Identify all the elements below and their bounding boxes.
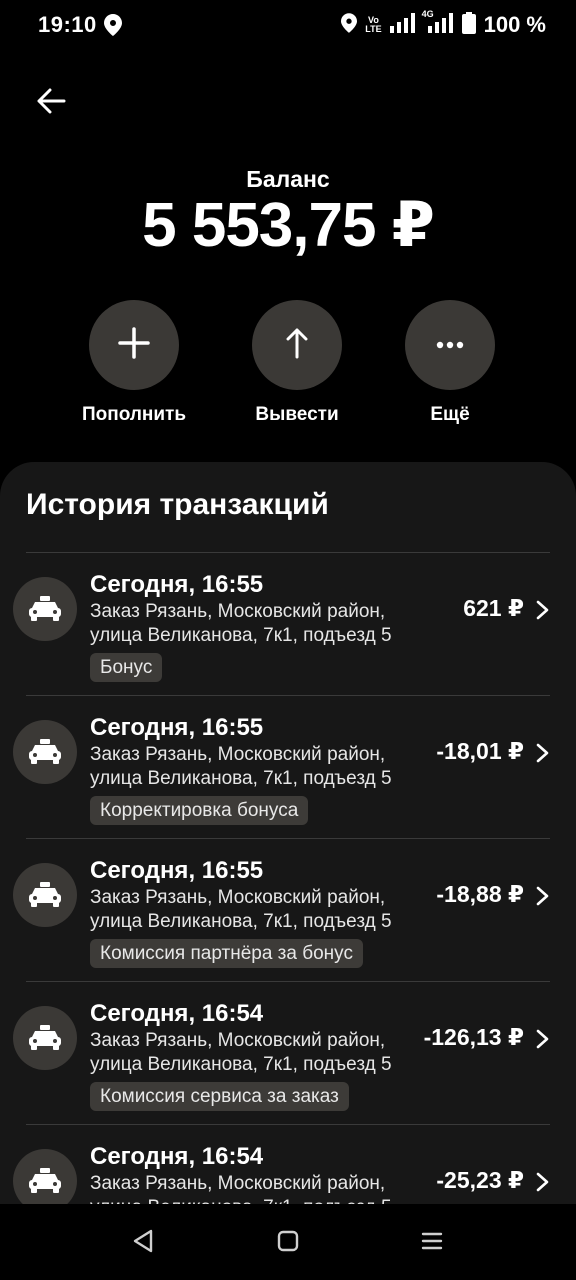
chevron-right-icon <box>536 886 549 906</box>
taxi-icon <box>13 720 77 784</box>
taxi-icon <box>13 1149 77 1204</box>
transaction-amount: 621 ₽ <box>463 595 524 621</box>
nav-recents-icon <box>421 1231 443 1256</box>
action-buttons: Пополнить Вывести Ещё <box>0 300 576 440</box>
transaction-amount: -18,01 ₽ <box>436 738 524 764</box>
chevron-right-icon <box>536 1029 549 1049</box>
battery-percent: 100 % <box>483 12 546 37</box>
transaction-history-sheet[interactable]: История транзакций Сегодня, 16:55 Заказ … <box>0 462 576 1204</box>
status-time: 19:10 <box>38 12 97 37</box>
transaction-type-badge: Бонус <box>90 653 163 682</box>
location-icon <box>104 14 122 41</box>
transaction-type-badge: Комиссия партнёра за бонус <box>90 939 363 968</box>
nav-back-button[interactable] <box>128 1228 158 1258</box>
transaction-date: Сегодня, 16:55 <box>90 857 264 884</box>
arrow-left-icon <box>36 88 66 119</box>
top-up-button[interactable]: Пополнить <box>59 300 209 426</box>
chevron-right-icon <box>536 743 549 763</box>
taxi-icon <box>13 863 77 927</box>
signal-icon <box>389 12 416 38</box>
history-title: История транзакций <box>26 488 329 521</box>
transaction-date: Сегодня, 16:55 <box>90 571 264 598</box>
system-nav-bar <box>0 1204 576 1280</box>
chevron-right-icon <box>536 1172 549 1192</box>
taxi-icon <box>13 1006 77 1070</box>
withdraw-label: Вывести <box>255 404 339 425</box>
transaction-description: Заказ Рязань, Московский район, улица Ве… <box>90 1030 392 1075</box>
transaction-type-badge: Корректировка бонуса <box>90 796 309 825</box>
status-bar: 19:10 Vo LTE 4G 100 % <box>0 0 576 52</box>
transaction-date: Сегодня, 16:54 <box>90 1000 264 1027</box>
taxi-icon <box>13 577 77 641</box>
transaction-list[interactable]: Сегодня, 16:55 Заказ Рязань, Московский … <box>0 552 576 1204</box>
transaction-description: Заказ Рязань, Московский район, улица Ве… <box>90 601 392 646</box>
withdraw-button[interactable]: Вывести <box>222 300 372 426</box>
transaction-row[interactable]: Сегодня, 16:55 Заказ Рязань, Московский … <box>0 553 576 695</box>
transaction-row[interactable]: Сегодня, 16:55 Заказ Рязань, Московский … <box>0 696 576 838</box>
more-button[interactable]: Ещё <box>375 300 525 426</box>
transaction-amount: -126,13 ₽ <box>423 1024 524 1050</box>
balance-amount: 5 553,75 ₽ <box>142 191 435 260</box>
chevron-right-icon <box>536 600 549 620</box>
back-button[interactable] <box>30 82 72 124</box>
transaction-type-badge: Комиссия сервиса за заказ <box>90 1082 349 1111</box>
nav-home-button[interactable] <box>273 1228 303 1258</box>
transaction-row[interactable]: Сегодня, 16:54 Заказ Рязань, Московский … <box>0 1125 576 1204</box>
battery-icon <box>461 11 476 39</box>
transaction-amount: -18,88 ₽ <box>436 881 524 907</box>
top-up-label: Пополнить <box>81 404 187 425</box>
more-label: Ещё <box>430 404 470 425</box>
arrow-up-icon <box>286 327 308 364</box>
transaction-date: Сегодня, 16:55 <box>90 714 264 741</box>
transaction-row[interactable]: Сегодня, 16:54 Заказ Рязань, Московский … <box>0 982 576 1124</box>
transaction-description: Заказ Рязань, Московский район, улица Ве… <box>90 744 392 789</box>
location-icon <box>341 12 358 38</box>
nav-recents-button[interactable] <box>417 1228 447 1258</box>
plus-icon <box>118 326 150 364</box>
transaction-row[interactable]: Сегодня, 16:55 Заказ Рязань, Московский … <box>0 839 576 981</box>
nav-back-icon <box>132 1229 154 1258</box>
more-dots-icon <box>436 336 464 354</box>
nav-home-icon <box>277 1230 299 1257</box>
volte-indicator: Vo LTE <box>365 15 382 34</box>
transaction-amount: -25,23 ₽ <box>436 1167 524 1193</box>
transaction-description: Заказ Рязань, Московский район, улица Ве… <box>90 1173 392 1204</box>
signal-4g-icon: 4G <box>422 9 454 38</box>
transaction-date: Сегодня, 16:54 <box>90 1143 264 1170</box>
transaction-description: Заказ Рязань, Московский район, улица Ве… <box>90 887 392 932</box>
